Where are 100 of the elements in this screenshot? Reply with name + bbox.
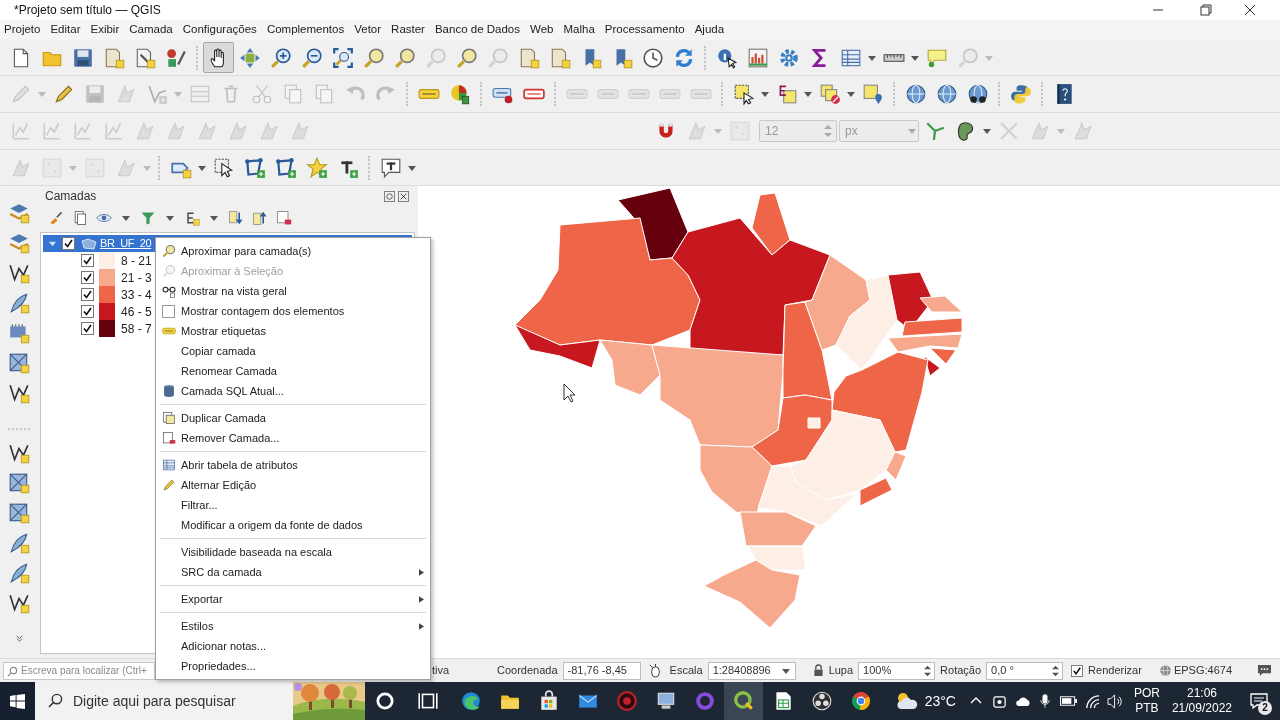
spin-arrows-icon[interactable] [923,663,933,678]
browser-icon[interactable] [849,690,872,712]
add-layer-icon[interactable] [8,202,30,224]
checkbox[interactable] [81,288,94,301]
menu-item[interactable]: Aproximar para camada(s) [156,241,430,261]
menu-item[interactable]: Copiar camada [156,341,430,361]
select-location-icon[interactable] [861,83,884,105]
taskbar-search-field[interactable]: Digite aqui para pesquisar [35,682,287,720]
menu-item[interactable]: Camada [128,21,174,39]
magnifier-icon[interactable] [455,46,478,69]
pencil-icon[interactable] [52,83,75,105]
caret-icon[interactable] [122,214,130,222]
float-icon[interactable] [384,190,395,202]
camera-icon[interactable] [991,693,1007,709]
zoom-in-icon[interactable] [269,46,292,69]
wifi-icon[interactable] [1084,693,1100,709]
ring-icon[interactable] [374,690,396,712]
menu-item[interactable]: Malha [562,21,596,39]
clock-time[interactable]: 21:06 [1186,686,1217,701]
feather-icon[interactable] [8,292,30,314]
checkbox[interactable] [81,254,94,267]
menu-item[interactable]: Web [529,21,555,39]
menu-item[interactable]: Modificar a origem da fonte de dados [156,515,430,535]
expand-all-icon[interactable] [228,210,244,226]
brush-icon[interactable] [48,210,64,226]
task-view-icon[interactable] [417,690,439,712]
cloud-icon[interactable] [1014,695,1032,707]
add-mesh-layer-icon[interactable] [8,472,30,494]
magnifier-icon[interactable] [393,46,416,69]
menu-item[interactable]: Mostrar na vista geral [156,281,430,301]
menu-item[interactable]: Remover Camada... [156,428,430,448]
add-mesh-layer-icon[interactable] [8,352,30,374]
scale-dropdown[interactable]: 1:28408896 [707,661,796,680]
caret-icon[interactable] [408,163,416,172]
caret-icon[interactable] [911,53,919,62]
ring-logo-icon[interactable] [732,690,755,712]
polygon-tool-icon[interactable] [243,156,266,179]
checkbox[interactable] [81,305,94,318]
speaker-icon[interactable] [1106,693,1124,709]
spin-arrows-icon[interactable] [1051,663,1061,678]
rotation-field[interactable]: 0,0 ° [986,661,1064,680]
menu-item[interactable]: Projeto [3,21,42,39]
selection-icon[interactable] [732,83,755,105]
round-app-icon[interactable] [615,690,638,712]
close-icon[interactable] [398,190,409,202]
start-icon[interactable] [10,693,25,709]
expand-arrow-icon[interactable] [48,239,57,248]
menu-item[interactable]: Alternar Edição [156,475,430,495]
record-logo-icon[interactable] [810,690,833,712]
menu-item[interactable]: Renomear Camada [156,361,430,381]
messages-icon[interactable] [1257,664,1272,677]
notification-icon[interactable] [1250,693,1268,709]
menu-item[interactable]: Adicionar notas... [156,636,430,656]
menu-item[interactable]: Mostrar etiquetas [156,321,430,341]
checkbox[interactable] [81,271,94,284]
taskbar-search-box[interactable]: Digite aqui para pesquisar [35,682,365,720]
battery-icon[interactable] [1059,696,1077,706]
menu-item[interactable]: Abrir tabela de atributos [156,455,430,475]
add-layer-icon[interactable] [8,232,30,254]
caret-icon[interactable] [761,90,769,98]
expression-filter-icon[interactable] [184,210,200,226]
menu-item[interactable]: Ajuda [693,21,726,39]
pan-arrows-icon[interactable] [238,46,261,69]
feather-icon[interactable] [8,562,30,584]
caret-icon[interactable] [847,90,855,98]
close-icon[interactable] [1244,4,1256,16]
checkbox[interactable] [62,237,75,250]
menu-item[interactable]: Mostrar contagem dos elementos [156,301,430,321]
magnifier-field[interactable]: 100% [858,661,936,680]
menu-item[interactable]: SRC da camada [156,562,430,582]
deselect-icon[interactable] [818,83,841,105]
zoom-extent-icon[interactable] [331,46,354,69]
polygon-tool-icon[interactable] [274,156,297,179]
menu-item[interactable]: Filtrar... [156,495,430,515]
mouse-icon[interactable] [648,663,662,678]
zoom-out-icon[interactable] [300,46,323,69]
menu-item[interactable]: Duplicar Camada [156,408,430,428]
menu-item[interactable]: Visibilidade baseada na escala [156,542,430,562]
add-vector-layer-icon[interactable] [8,382,30,404]
language-indicator[interactable]: PTB [1135,701,1159,716]
checkbox[interactable] [81,322,94,335]
menu-item[interactable]: Editar [49,21,82,39]
style-icon[interactable] [164,46,187,69]
menu-item[interactable]: Exibir [89,21,121,39]
caret-icon[interactable] [166,214,174,222]
lock-icon[interactable] [812,664,824,677]
caret-icon[interactable] [198,163,206,172]
script-logo-icon[interactable] [1009,83,1032,105]
restore-icon[interactable] [1200,4,1212,16]
menu-item[interactable]: Configurações [181,21,258,39]
checkbox[interactable] [162,304,175,318]
menu-item[interactable]: Raster [390,21,426,39]
add-vector-layer-icon[interactable] [8,262,30,284]
filter-icon[interactable] [140,210,156,226]
settings-icon[interactable] [777,46,800,69]
browser-icon[interactable] [459,690,482,712]
add-vector-layer-icon[interactable] [8,592,30,614]
clock-date[interactable]: 21/09/2022 [1171,701,1232,716]
remove-selected-icon[interactable] [276,210,292,226]
identify-icon[interactable] [715,46,738,69]
